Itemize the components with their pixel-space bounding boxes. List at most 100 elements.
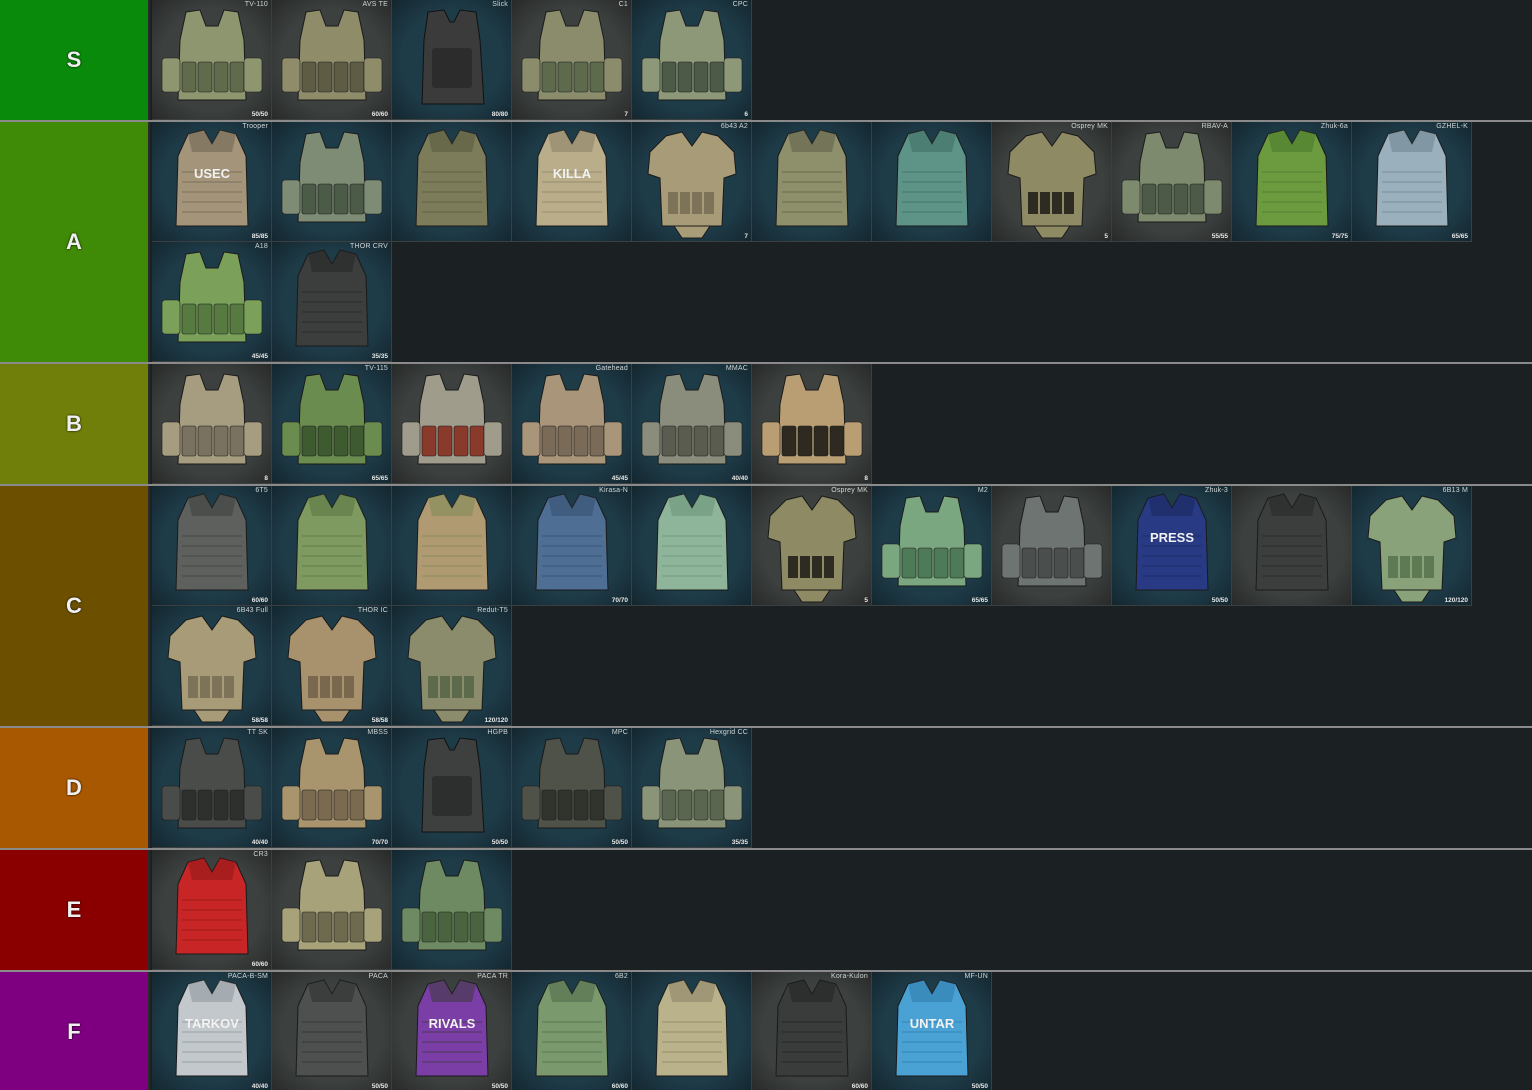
item-durability: 50/50 bbox=[251, 111, 268, 118]
armor-item[interactable]: THOR IC 58/58 bbox=[272, 606, 392, 726]
armor-item[interactable]: MBSS 70/70 bbox=[272, 728, 392, 848]
armor-item[interactable] bbox=[272, 486, 392, 606]
armor-vest-icon bbox=[992, 122, 1111, 241]
tier-list: S TV-110 50/50 AVS TE 60/60 Slick 80/80 C1 7 CPC 6… bbox=[0, 0, 1532, 1090]
armor-item[interactable]: RBAV-A 55/55 bbox=[1112, 122, 1232, 242]
item-durability: 60/60 bbox=[251, 597, 268, 604]
item-name: PACA bbox=[368, 973, 388, 980]
armor-item[interactable]: 6B43 Full 58/58 bbox=[152, 606, 272, 726]
armor-item[interactable]: THOR CRV 35/35 bbox=[272, 242, 392, 362]
armor-item[interactable] bbox=[392, 364, 512, 484]
armor-item[interactable]: KILLA bbox=[512, 122, 632, 242]
armor-item[interactable]: 8 bbox=[152, 364, 272, 484]
armor-item[interactable] bbox=[632, 972, 752, 1090]
armor-vest-icon bbox=[152, 0, 271, 119]
armor-item[interactable]: TV-110 50/50 bbox=[152, 0, 272, 120]
armor-item[interactable] bbox=[632, 486, 752, 606]
armor-item[interactable]: CR3 60/60 bbox=[152, 850, 272, 970]
tier-items[interactable]: TV-110 50/50 AVS TE 60/60 Slick 80/80 C1 7 CPC 6 bbox=[150, 0, 1532, 120]
armor-item[interactable]: USEC Trooper 85/85 bbox=[152, 122, 272, 242]
armor-item[interactable]: PRESS Zhuk-3 50/50 bbox=[1112, 486, 1232, 606]
item-name: 6T5 bbox=[255, 487, 268, 494]
armor-item[interactable]: Kora-Kulon 60/60 bbox=[752, 972, 872, 1090]
item-durability: 65/65 bbox=[971, 597, 988, 604]
tier-label[interactable]: S bbox=[0, 0, 150, 120]
armor-item[interactable]: UNTAR MF-UN 50/50 bbox=[872, 972, 992, 1090]
armor-item[interactable]: 8 bbox=[752, 364, 872, 484]
tier-items[interactable]: CR3 60/60 bbox=[150, 850, 1532, 970]
armor-item[interactable]: AVS TE 60/60 bbox=[272, 0, 392, 120]
armor-item[interactable] bbox=[992, 486, 1112, 606]
armor-item[interactable] bbox=[392, 486, 512, 606]
item-durability: 6 bbox=[744, 111, 748, 118]
armor-item[interactable]: MMAC 40/40 bbox=[632, 364, 752, 484]
armor-item[interactable]: 6b43 A2 7 bbox=[632, 122, 752, 242]
armor-item[interactable]: RIVALS PACA TR 50/50 bbox=[392, 972, 512, 1090]
armor-item[interactable]: 6B13 M 120/120 bbox=[1352, 486, 1472, 606]
tier-label[interactable]: A bbox=[0, 122, 150, 362]
armor-item[interactable]: Zhuk-6a 75/75 bbox=[1232, 122, 1352, 242]
armor-item[interactable]: Osprey MK 5 bbox=[992, 122, 1112, 242]
tier-label[interactable]: F bbox=[0, 972, 150, 1090]
armor-item[interactable]: Hexgrid CC 35/35 bbox=[632, 728, 752, 848]
armor-vest-icon bbox=[152, 606, 271, 725]
armor-item[interactable]: 6T5 60/60 bbox=[152, 486, 272, 606]
vest-print-text: KILLA bbox=[553, 166, 592, 181]
armor-item[interactable]: GZHEL-K 65/65 bbox=[1352, 122, 1472, 242]
armor-vest-icon: KILLA bbox=[512, 122, 631, 241]
armor-item[interactable]: PACA 50/50 bbox=[272, 972, 392, 1090]
item-durability: 80/80 bbox=[491, 111, 508, 118]
tier-items[interactable]: USEC Trooper 85/85 KILLA 6b43 A2 7 Osprey MK 5 R… bbox=[150, 122, 1532, 362]
item-durability: 8 bbox=[264, 475, 268, 482]
armor-item[interactable]: TARKOV PACA-B-SM 40/40 bbox=[152, 972, 272, 1090]
tier-items[interactable]: 6T5 60/60 Kirasa-N 70/70 Osprey MK 5 M2 65/65 PR… bbox=[150, 486, 1532, 726]
armor-vest-icon bbox=[632, 364, 751, 483]
armor-vest-icon bbox=[1112, 122, 1231, 241]
armor-vest-icon bbox=[272, 606, 391, 725]
item-name: Redut-T5 bbox=[477, 607, 508, 614]
armor-item[interactable]: Redut-T5 120/120 bbox=[392, 606, 512, 726]
armor-vest-icon bbox=[272, 972, 391, 1090]
armor-item[interactable]: Slick 80/80 bbox=[392, 0, 512, 120]
tier-items[interactable]: TT SK 40/40 MBSS 70/70 HGPB 50/50 MPC 50/50 Hexg… bbox=[150, 728, 1532, 848]
armor-item[interactable]: Kirasa-N 70/70 bbox=[512, 486, 632, 606]
tier-row-b: B 8 TV-115 65/65 Gatehead 45/45 MMAC 40/40 8 bbox=[0, 362, 1532, 484]
tier-label[interactable]: C bbox=[0, 486, 150, 726]
armor-item[interactable]: TT SK 40/40 bbox=[152, 728, 272, 848]
tier-items[interactable]: TARKOV PACA-B-SM 40/40 PACA 50/50 RIVALS PACA … bbox=[150, 972, 1532, 1090]
armor-item[interactable] bbox=[272, 850, 392, 970]
tier-label[interactable]: D bbox=[0, 728, 150, 848]
armor-item[interactable] bbox=[392, 850, 512, 970]
item-durability: 75/75 bbox=[1331, 233, 1348, 240]
tier-row-s: S TV-110 50/50 AVS TE 60/60 Slick 80/80 C1 7 CPC 6 bbox=[0, 0, 1532, 120]
armor-item[interactable]: Osprey MK 5 bbox=[752, 486, 872, 606]
item-name: AVS TE bbox=[362, 1, 388, 8]
armor-item[interactable]: 6B2 60/60 bbox=[512, 972, 632, 1090]
armor-vest-icon bbox=[272, 122, 391, 241]
armor-vest-icon bbox=[632, 486, 751, 605]
armor-item[interactable]: A18 45/45 bbox=[152, 242, 272, 362]
armor-vest-icon bbox=[872, 122, 991, 241]
armor-item[interactable]: Gatehead 45/45 bbox=[512, 364, 632, 484]
armor-item[interactable]: HGPB 50/50 bbox=[392, 728, 512, 848]
armor-item[interactable] bbox=[872, 122, 992, 242]
tier-label[interactable]: E bbox=[0, 850, 150, 970]
tier-items[interactable]: 8 TV-115 65/65 Gatehead 45/45 MMAC 40/40 8 bbox=[150, 364, 1532, 484]
armor-item[interactable] bbox=[272, 122, 392, 242]
item-name: MMAC bbox=[725, 365, 748, 372]
item-name: GZHEL-K bbox=[1436, 123, 1468, 130]
item-name: Gatehead bbox=[595, 365, 628, 372]
armor-item[interactable] bbox=[1232, 486, 1352, 606]
armor-item[interactable]: M2 65/65 bbox=[872, 486, 992, 606]
armor-vest-icon bbox=[152, 728, 271, 847]
armor-item[interactable]: CPC 6 bbox=[632, 0, 752, 120]
armor-vest-icon bbox=[752, 364, 871, 483]
armor-item[interactable] bbox=[392, 122, 512, 242]
armor-item[interactable]: TV-115 65/65 bbox=[272, 364, 392, 484]
armor-item[interactable]: MPC 50/50 bbox=[512, 728, 632, 848]
vest-print-text: USEC bbox=[194, 166, 231, 181]
armor-item[interactable]: C1 7 bbox=[512, 0, 632, 120]
item-name: MF-UN bbox=[964, 973, 988, 980]
armor-item[interactable] bbox=[752, 122, 872, 242]
tier-label[interactable]: B bbox=[0, 364, 150, 484]
